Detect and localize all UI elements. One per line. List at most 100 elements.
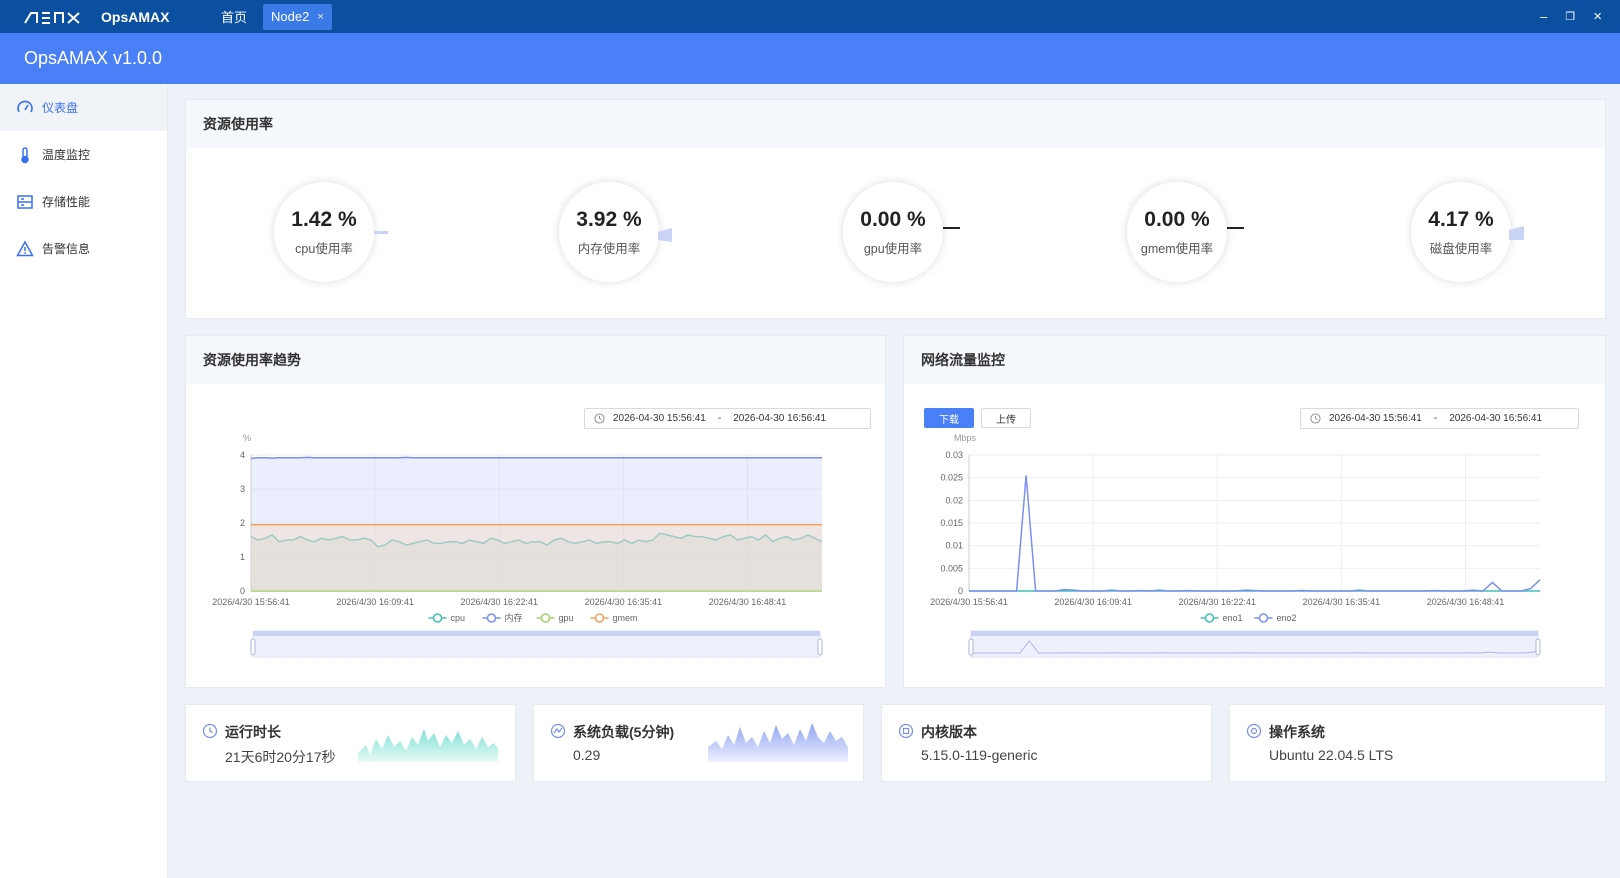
app-name: OpsAMAX (101, 8, 170, 25)
kernel-version-title: 内核版本 (921, 724, 977, 740)
gauge-label: 磁盘使用率 (1429, 241, 1493, 256)
sidebar: 仪表盘 温度监控 存储性能 告警信息 (0, 84, 168, 878)
series-area-gmem (251, 524, 822, 591)
y-tick-label: 0.005 (940, 563, 963, 573)
gauge-label: cpu使用率 (295, 241, 353, 256)
legend-marker (432, 613, 443, 623)
x-tick-label: 2026/4/30 15:56:41 (212, 597, 290, 607)
zoom-slider-bar (971, 631, 1538, 636)
y-tick-label: 0 (240, 586, 245, 596)
legend-marker (540, 613, 551, 623)
gauge-value: 0.00 % (1144, 207, 1210, 231)
y-axis-unit: % (243, 433, 251, 443)
main-content: 资源使用率 1.42 % cpu使用率 3.92 % 内存使用率 0.00 % … (168, 84, 1620, 878)
sidebar-item-label: 温度监控 (42, 148, 91, 162)
zoom-handle-right (817, 638, 823, 656)
uptime-card: 运行时长 21天6时20分17秒 (185, 704, 516, 782)
memory-gauge-tail (658, 228, 672, 242)
y-tick-label: 3 (240, 484, 245, 494)
uptime-value: 21天6时20分17秒 (225, 749, 336, 765)
page-title: OpsAMAX v1.0.0 (24, 48, 163, 68)
x-tick-label: 2026/4/30 16:48:41 (1427, 597, 1505, 607)
tab-node2-label: Node2 (271, 9, 310, 24)
network-traffic-title: 网络流量监控 (904, 336, 1605, 384)
gpu-gauge-tail (943, 227, 960, 229)
load-icon (550, 723, 566, 739)
gauge-value: 1.42 % (291, 207, 357, 231)
usage-trend-chart: 0 1 2 3 4 2026/4/30 15:56:41 2026/4/30 16:09:4… (212, 433, 823, 658)
window-title-bar: OpsAMAX 首页 Node2 × – ❐ × (0, 0, 1620, 33)
warning-icon (16, 239, 34, 256)
series-line-内存 (250, 456, 822, 460)
y-axis-unit: Mbps (954, 433, 977, 443)
tab-home[interactable]: 首页 (209, 4, 259, 30)
legend-label-内存: 内存 (505, 612, 523, 623)
sidebar-item-temperature[interactable]: 温度监控 (0, 131, 167, 178)
x-tick-label: 2026/4/30 16:35:41 (585, 597, 663, 607)
uptime-sparkline (358, 729, 498, 762)
gpu-gauge: 0.00 % gpu使用率 (843, 182, 943, 282)
gauge-label: gmem使用率 (1140, 241, 1214, 256)
cpu-gauge-tail (374, 231, 388, 234)
y-tick-label: 0.03 (945, 450, 963, 460)
y-tick-label: 0.01 (945, 541, 963, 551)
zoom-handle-left (968, 638, 974, 656)
system-load-sparkline (708, 723, 848, 762)
app-header: OpsAMAX v1.0.0 (0, 33, 1620, 84)
dashboard-icon (17, 100, 33, 112)
legend-label-eno1: eno1 (1223, 613, 1243, 623)
thermometer-icon (21, 146, 29, 163)
system-load-title: 系统负载(5分钟) (573, 724, 675, 740)
os-card: 操作系统 Ubuntu 22.04.5 LTS (1229, 704, 1606, 782)
minimize-icon[interactable]: – (1540, 9, 1547, 24)
x-tick-label: 2026/4/30 16:09:41 (1054, 597, 1132, 607)
restore-icon[interactable]: ❐ (1565, 10, 1575, 23)
sidebar-item-dashboard[interactable]: 仪表盘 (0, 84, 167, 131)
usage-trend-title: 资源使用率趋势 (186, 336, 885, 384)
x-tick-label: 2026/4/30 16:09:41 (336, 597, 414, 607)
system-load-card: 系统负载(5分钟) 0.29 (533, 704, 864, 782)
sidebar-item-label: 仪表盘 (42, 101, 79, 115)
gauge-value: 4.17 % (1428, 207, 1494, 231)
zoom-handle-left (250, 638, 256, 656)
zoom-handle-right (1535, 638, 1541, 656)
resource-usage-card: 资源使用率 1.42 % cpu使用率 3.92 % 内存使用率 0.00 % … (185, 99, 1606, 319)
sidebar-item-storage[interactable]: 存储性能 (0, 178, 167, 225)
nenx-logo (24, 11, 80, 24)
gauge-value: 3.92 % (576, 207, 642, 231)
os-title: 操作系统 (1269, 724, 1325, 740)
legend-marker (1204, 613, 1215, 623)
cpu-gauge: 1.42 % cpu使用率 (274, 182, 374, 282)
legend-label-gmem: gmem (613, 613, 638, 623)
x-tick-label: 2026/4/30 16:35:41 (1303, 597, 1381, 607)
legend-marker (486, 613, 497, 623)
x-tick-label: 2026/4/30 16:48:41 (709, 597, 787, 607)
x-tick-label: 2026/4/30 15:56:41 (930, 597, 1008, 607)
gauge-value: 0.00 % (860, 207, 926, 231)
gauge-label: 内存使用率 (577, 241, 641, 256)
gmem-gauge-tail (1227, 227, 1244, 229)
tab-close-icon[interactable]: × (317, 11, 323, 23)
storage-icon (17, 194, 33, 209)
kernel-icon (898, 723, 914, 739)
close-icon[interactable]: × (1593, 8, 1602, 25)
y-tick-label: 2 (240, 518, 245, 528)
legend-marker (594, 613, 605, 623)
os-icon (1246, 723, 1262, 739)
tab-node2[interactable]: Node2 × (263, 3, 332, 30)
y-tick-label: 0.02 (945, 495, 963, 505)
system-load-value: 0.29 (573, 747, 601, 763)
gmem-gauge: 0.00 % gmem使用率 (1127, 182, 1227, 282)
sidebar-item-alerts[interactable]: 告警信息 (0, 225, 167, 272)
tab-home-label: 首页 (220, 10, 247, 25)
memory-gauge: 3.92 % 内存使用率 (559, 182, 659, 282)
gauge-label: gpu使用率 (863, 241, 923, 256)
x-tick-label: 2026/4/30 16:22:41 (1178, 597, 1256, 607)
legend-label-cpu: cpu (451, 613, 466, 623)
disk-gauge: 4.17 % 磁盘使用率 (1411, 182, 1511, 282)
y-tick-label: 0.015 (940, 518, 963, 528)
sidebar-item-label: 告警信息 (42, 242, 91, 256)
sidebar-item-label: 存储性能 (42, 195, 91, 209)
kernel-version-card: 内核版本 5.15.0-119-generic (881, 704, 1212, 782)
zoom-slider-bar (253, 631, 820, 636)
